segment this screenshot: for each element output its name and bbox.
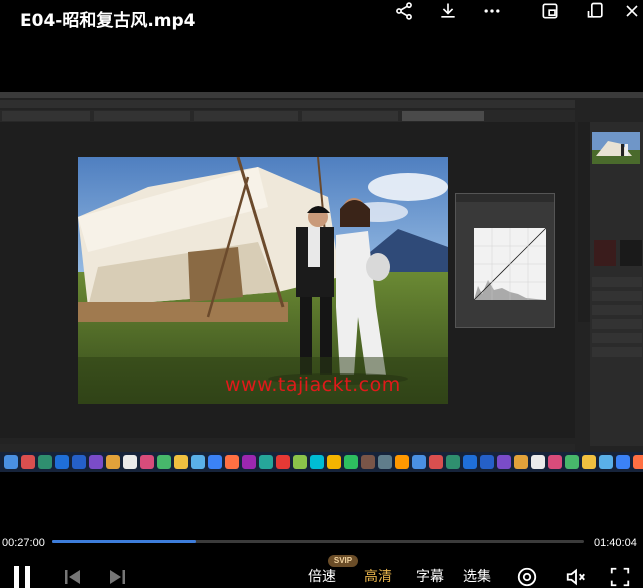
ps-options-bar (0, 100, 575, 108)
dock-app-icon (497, 455, 511, 469)
video-frame[interactable]: www.tajiackt.com (0, 92, 643, 454)
dock-launchpad-icon (21, 455, 35, 469)
dock-app-icon (89, 455, 103, 469)
skip-next-icon (110, 570, 125, 584)
picture-in-picture-icon[interactable] (537, 0, 563, 22)
mute-button[interactable] (565, 566, 587, 588)
dock-app-icon (463, 455, 477, 469)
dock-app-icon (616, 455, 630, 469)
pause-button[interactable] (12, 566, 32, 588)
close-icon[interactable] (619, 0, 643, 22)
dock (0, 452, 643, 472)
ps-menu-bar (0, 92, 643, 98)
dock-app-icon (514, 455, 528, 469)
layer-thumbnail (594, 240, 616, 266)
dock-app-icon (548, 455, 562, 469)
video-title: E04-昭和复古风.mp4 (20, 11, 196, 31)
canvas-photo (78, 157, 448, 404)
ps-tab (194, 111, 298, 121)
dock-app-icon (225, 455, 239, 469)
ps-tab-active (402, 111, 484, 121)
dock-app-icon (378, 455, 392, 469)
dock-notes-icon (106, 455, 120, 469)
fullscreen-icon (610, 567, 630, 587)
ps-tab (94, 111, 190, 121)
dock-photos-icon (123, 455, 137, 469)
dock-app-icon (310, 455, 324, 469)
progress-bar[interactable] (52, 540, 584, 543)
layer-thumbnail (620, 240, 642, 266)
subtitle-button[interactable]: 字幕 (416, 566, 444, 586)
dock-app-icon (565, 455, 579, 469)
dock-finder-icon (4, 455, 18, 469)
curves-graph (473, 227, 547, 301)
dock-wechat-icon (344, 455, 358, 469)
pause-icon (14, 566, 30, 588)
dock-app-icon (599, 455, 613, 469)
download-icon[interactable] (435, 0, 461, 22)
speed-button[interactable]: 倍速 (308, 566, 336, 586)
previous-button[interactable] (64, 569, 82, 585)
dock-chrome-icon (327, 455, 341, 469)
target-icon (517, 567, 537, 587)
dock-app-icon (412, 455, 426, 469)
dock-trash-icon (633, 455, 643, 469)
next-button[interactable] (108, 569, 126, 585)
ps-tab (302, 111, 398, 121)
ps-status-bar (0, 444, 575, 452)
dock-app-icon (259, 455, 273, 469)
dock-app-icon (242, 455, 256, 469)
dock-lightroom-icon (38, 455, 52, 469)
dock-app-icon (293, 455, 307, 469)
navigator-thumbnail (592, 132, 640, 164)
dock-folder-icon (208, 455, 222, 469)
progress-fill (52, 540, 196, 543)
dock-app-icon (361, 455, 375, 469)
skip-previous-icon (65, 570, 80, 584)
screen-rotate-icon[interactable] (583, 0, 609, 22)
fullscreen-button[interactable] (609, 566, 631, 588)
ps-panel-icons (578, 122, 590, 322)
episodes-button[interactable]: 选集 (463, 566, 491, 586)
dock-app-icon (531, 455, 545, 469)
dock-calendar-icon (140, 455, 154, 469)
dock-photoshop-icon (55, 455, 69, 469)
layers-list (592, 277, 642, 427)
top-bar: E04-昭和复古风.mp4 (0, 0, 643, 36)
share-icon[interactable] (391, 0, 417, 22)
quality-button[interactable]: 高清 (364, 566, 392, 586)
dock-app-icon (446, 455, 460, 469)
dock-app-icon (480, 455, 494, 469)
dock-app-icon (157, 455, 171, 469)
cast-button[interactable] (516, 566, 538, 588)
dock-app-icon (395, 455, 409, 469)
dock-app-icon (174, 455, 188, 469)
more-icon[interactable] (479, 0, 505, 22)
ps-tab (2, 111, 90, 121)
dock-photoshop-icon (72, 455, 86, 469)
dock-vlc-icon (429, 455, 443, 469)
dock-app-icon (191, 455, 205, 469)
total-time: 01:40:04 (594, 537, 637, 549)
dock-music-icon (276, 455, 290, 469)
dock-app-icon (582, 455, 596, 469)
curves-panel (455, 193, 555, 328)
current-time: 00:27:00 (2, 537, 45, 549)
ps-document-tabs (0, 110, 575, 122)
watermark-text: www.tajiackt.com (225, 374, 401, 396)
volume-mute-icon (566, 568, 585, 586)
